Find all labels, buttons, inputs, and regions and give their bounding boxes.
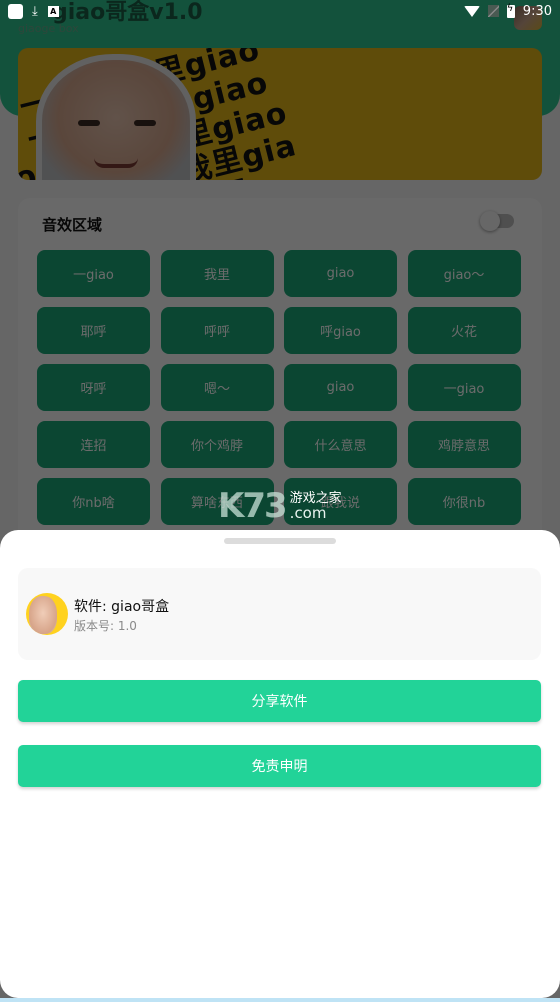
- no-signal-icon: [487, 5, 499, 17]
- avatar-face: [29, 596, 57, 634]
- download-icon: ⤓: [32, 3, 38, 19]
- clock: 9:30: [522, 3, 552, 19]
- navigation-bar-strip: [0, 998, 560, 1002]
- wifi-icon: [463, 5, 480, 17]
- battery-charging-icon: [506, 3, 515, 18]
- status-bar: ⤓ A 9:30: [0, 0, 560, 22]
- share-app-button[interactable]: 分享软件: [18, 680, 541, 722]
- app-name: 软件: giao哥盒: [74, 599, 170, 615]
- app-version: 版本号: 1.0: [74, 619, 137, 633]
- keyboard-a-icon: A: [47, 5, 59, 17]
- k73-watermark: K73 游戏之家 .com: [218, 486, 342, 526]
- drag-handle[interactable]: [224, 538, 336, 544]
- about-bottom-sheet: 软件: giao哥盒 版本号: 1.0 分享软件 免责申明: [0, 530, 560, 998]
- disclaimer-button[interactable]: 免责申明: [18, 745, 541, 787]
- watermark-line2: .com: [289, 504, 327, 522]
- app-avatar: [26, 593, 68, 635]
- app-square-icon: [8, 3, 23, 19]
- app-info-card: 软件: giao哥盒 版本号: 1.0: [18, 568, 541, 660]
- watermark-logo: K73: [218, 486, 288, 526]
